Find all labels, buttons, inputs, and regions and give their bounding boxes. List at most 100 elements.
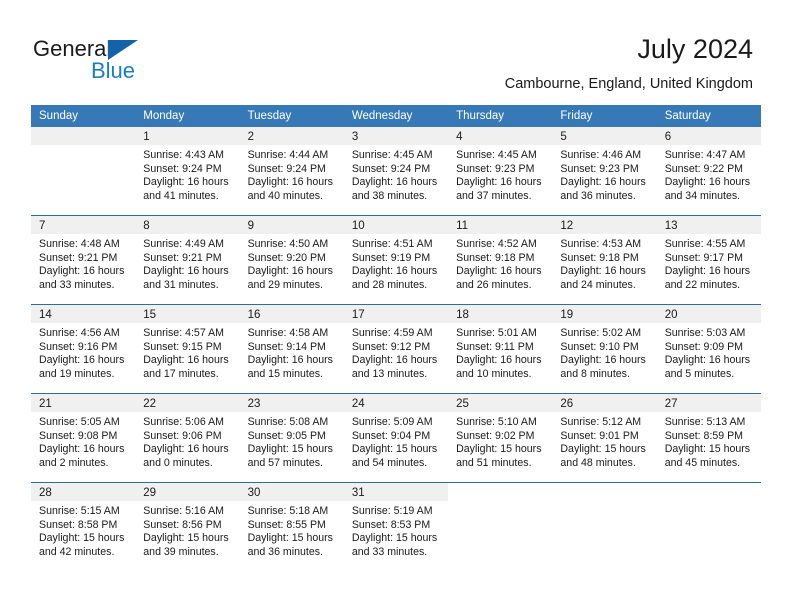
day-detail-line: and 8 minutes.	[560, 367, 630, 380]
day-detail-line: Sunrise: 4:46 AM	[560, 149, 642, 161]
day-number-band: 17	[343, 305, 449, 323]
day-details: Sunrise: 4:44 AM Sunset: 9:24 PM Daylight:…	[240, 145, 344, 203]
calendar-day-cell[interactable]: 5 Sunrise: 4:46 AM Sunset: 9:23 PM Daylight…	[552, 127, 657, 215]
day-number: 6	[664, 131, 672, 143]
day-detail-line: Daylight: 16 hours	[560, 265, 646, 278]
day-number-band: 24	[343, 394, 449, 412]
calendar-day-cell[interactable]: 29 Sunrise: 5:16 AM Sunset: 8:56 PM Dayligh…	[135, 483, 240, 571]
day-detail-line: Sunrise: 4:48 AM	[39, 238, 120, 250]
calendar-day-cell[interactable]: 8 Sunrise: 4:49 AM Sunset: 9:21 PM Daylight…	[135, 216, 240, 304]
calendar-day-cell[interactable]: 25 Sunrise: 5:10 AM Sunset: 9:02 PM Dayligh…	[448, 394, 553, 482]
calendar-day-cell[interactable]: 31 Sunrise: 5:19 AM Sunset: 8:53 PM Dayligh…	[343, 483, 449, 571]
day-number: 25	[456, 398, 469, 410]
day-detail-line: Sunrise: 4:43 AM	[143, 149, 224, 161]
day-detail-line: and 17 minutes.	[143, 367, 219, 380]
calendar-day-cell[interactable]: 20 Sunrise: 5:03 AM Sunset: 9:09 PM Dayligh…	[656, 305, 761, 393]
calendar-day-cell[interactable]: 1 Sunrise: 4:43 AM Sunset: 9:24 PM Daylight…	[135, 127, 240, 215]
weekday-header-tuesday: Tuesday	[247, 110, 292, 122]
day-detail-line: Sunrise: 4:44 AM	[247, 149, 329, 161]
calendar-day-cell[interactable]: 24 Sunrise: 5:09 AM Sunset: 9:04 PM Dayligh…	[343, 394, 449, 482]
calendar-day-cell[interactable]: 15 Sunrise: 4:57 AM Sunset: 9:15 PM Dayligh…	[135, 305, 240, 393]
day-number: 21	[39, 398, 52, 410]
day-detail-line: Sunset: 9:23 PM	[456, 162, 535, 175]
calendar-day-cell[interactable]: 17 Sunrise: 4:59 AM Sunset: 9:12 PM Dayligh…	[343, 305, 449, 393]
day-detail-line: Sunrise: 4:50 AM	[247, 238, 329, 250]
day-details: Sunrise: 4:58 AM Sunset: 9:14 PM Daylight:…	[240, 323, 344, 381]
day-number: 8	[143, 220, 150, 232]
day-detail-line: Sunrise: 5:03 AM	[664, 327, 746, 339]
calendar-day-cell[interactable]: 3 Sunrise: 4:45 AM Sunset: 9:24 PM Daylight…	[343, 127, 449, 215]
day-details: Sunrise: 4:55 AM Sunset: 9:17 PM Daylight:…	[657, 234, 761, 292]
calendar-day-cell[interactable]: 23 Sunrise: 5:08 AM Sunset: 9:05 PM Dayligh…	[239, 394, 344, 482]
day-detail-line: Daylight: 16 hours	[664, 354, 751, 367]
day-details: Sunrise: 4:50 AM Sunset: 9:20 PM Daylight:…	[240, 234, 344, 292]
day-number: 1	[143, 131, 150, 143]
day-detail-line: Sunset: 8:53 PM	[351, 518, 431, 531]
day-number: 22	[143, 398, 157, 410]
calendar-day-cell[interactable]: 2 Sunrise: 4:44 AM Sunset: 9:24 PM Daylight…	[239, 127, 344, 215]
calendar-day-cell[interactable]: 9 Sunrise: 4:50 AM Sunset: 9:20 PM Daylight…	[239, 216, 344, 304]
location-subtitle: Cambourne, England, United Kingdom	[504, 76, 753, 92]
day-detail-line: Sunset: 9:18 PM	[560, 251, 639, 264]
day-number: 10	[351, 220, 365, 232]
calendar-day-cell[interactable]: 30 Sunrise: 5:18 AM Sunset: 8:55 PM Dayligh…	[239, 483, 344, 571]
calendar-day-cell[interactable]: 12 Sunrise: 4:53 AM Sunset: 9:18 PM Dayligh…	[552, 216, 657, 304]
day-detail-line: Sunset: 9:11 PM	[456, 340, 534, 353]
day-number-band: 28	[31, 483, 136, 501]
calendar-day-cell[interactable]: 7 Sunrise: 4:48 AM Sunset: 9:21 PM Daylight…	[31, 216, 136, 304]
day-detail-line: and 31 minutes.	[143, 278, 219, 291]
calendar-day-cell[interactable]: 6 Sunrise: 4:47 AM Sunset: 9:22 PM Daylight…	[656, 127, 761, 215]
day-number-band: 31	[343, 483, 449, 501]
day-number: 9	[247, 220, 254, 232]
day-detail-line: Daylight: 16 hours	[143, 265, 229, 278]
day-detail-line: Sunrise: 4:52 AM	[456, 238, 537, 250]
day-number: 27	[664, 398, 678, 410]
calendar-day-cell[interactable]: 14 Sunrise: 4:56 AM Sunset: 9:16 PM Dayligh…	[31, 305, 136, 393]
calendar-day-cell[interactable]: 13 Sunrise: 4:55 AM Sunset: 9:17 PM Dayligh…	[656, 216, 761, 304]
day-details: Sunrise: 5:12 AM Sunset: 9:01 PM Daylight:…	[552, 412, 656, 470]
day-number: 3	[351, 131, 359, 143]
day-details: Sunrise: 5:03 AM Sunset: 9:09 PM Daylight:…	[657, 323, 761, 381]
day-detail-line: Daylight: 16 hours	[39, 443, 125, 456]
day-detail-line: Sunset: 9:06 PM	[143, 429, 222, 442]
day-detail-line: and 33 minutes.	[351, 545, 428, 558]
day-detail-line: Daylight: 16 hours	[39, 354, 125, 367]
calendar-day-cell[interactable]: 10 Sunrise: 4:51 AM Sunset: 9:19 PM Dayligh…	[343, 216, 449, 304]
day-number: 18	[456, 309, 469, 321]
day-number-band: 19	[552, 305, 657, 323]
day-number: 15	[143, 309, 157, 321]
day-number-band	[31, 127, 136, 145]
calendar-day-cell[interactable]: 27 Sunrise: 5:13 AM Sunset: 8:59 PM Dayligh…	[656, 394, 761, 482]
calendar-week-row: 1 Sunrise: 4:43 AM Sunset: 9:24 PM Daylight…	[31, 127, 761, 215]
calendar-day-cell[interactable]: 21 Sunrise: 5:05 AM Sunset: 9:08 PM Dayligh…	[31, 394, 136, 482]
calendar-day-cell[interactable]: 11 Sunrise: 4:52 AM Sunset: 9:18 PM Dayligh…	[448, 216, 553, 304]
day-details: Sunrise: 4:47 AM Sunset: 9:22 PM Daylight:…	[657, 145, 761, 203]
day-detail-line: Sunrise: 4:51 AM	[351, 238, 433, 250]
day-number-band: 21	[31, 394, 136, 412]
day-detail-line: Sunrise: 5:08 AM	[247, 416, 329, 428]
day-detail-line: Sunset: 9:21 PM	[143, 251, 222, 264]
day-detail-line: Sunrise: 5:13 AM	[664, 416, 746, 428]
calendar-day-cell[interactable]: 22 Sunrise: 5:06 AM Sunset: 9:06 PM Dayligh…	[135, 394, 240, 482]
day-number: 31	[351, 487, 365, 499]
day-details	[31, 145, 135, 149]
day-number-band: 4	[448, 127, 553, 145]
day-detail-line: and 36 minutes.	[247, 545, 323, 558]
calendar-day-cell[interactable]: 4 Sunrise: 4:45 AM Sunset: 9:23 PM Daylight…	[448, 127, 553, 215]
general-blue-logo[interactable]: General Blue	[33, 36, 233, 84]
weekday-header-monday: Monday	[143, 110, 185, 122]
calendar-day-cell[interactable]: 28 Sunrise: 5:15 AM Sunset: 8:58 PM Dayligh…	[31, 483, 136, 571]
day-detail-line: Daylight: 16 hours	[456, 354, 542, 367]
day-detail-line: and 36 minutes.	[560, 189, 636, 202]
day-detail-line: Daylight: 16 hours	[560, 176, 646, 189]
calendar-day-cell[interactable]: 19 Sunrise: 5:02 AM Sunset: 9:10 PM Dayligh…	[552, 305, 657, 393]
day-number: 13	[664, 220, 678, 232]
day-detail-line: and 48 minutes.	[560, 456, 636, 469]
calendar-day-cell[interactable]: 26 Sunrise: 5:12 AM Sunset: 9:01 PM Dayligh…	[552, 394, 657, 482]
day-detail-line: Sunset: 9:12 PM	[351, 340, 431, 353]
day-detail-line: Sunrise: 5:01 AM	[456, 327, 537, 339]
calendar-day-cell[interactable]: 18 Sunrise: 5:01 AM Sunset: 9:11 PM Dayligh…	[448, 305, 553, 393]
day-detail-line: and 19 minutes.	[39, 367, 115, 380]
calendar-day-cell[interactable]: 16 Sunrise: 4:58 AM Sunset: 9:14 PM Dayligh…	[239, 305, 344, 393]
day-detail-line: and 54 minutes.	[351, 456, 428, 469]
